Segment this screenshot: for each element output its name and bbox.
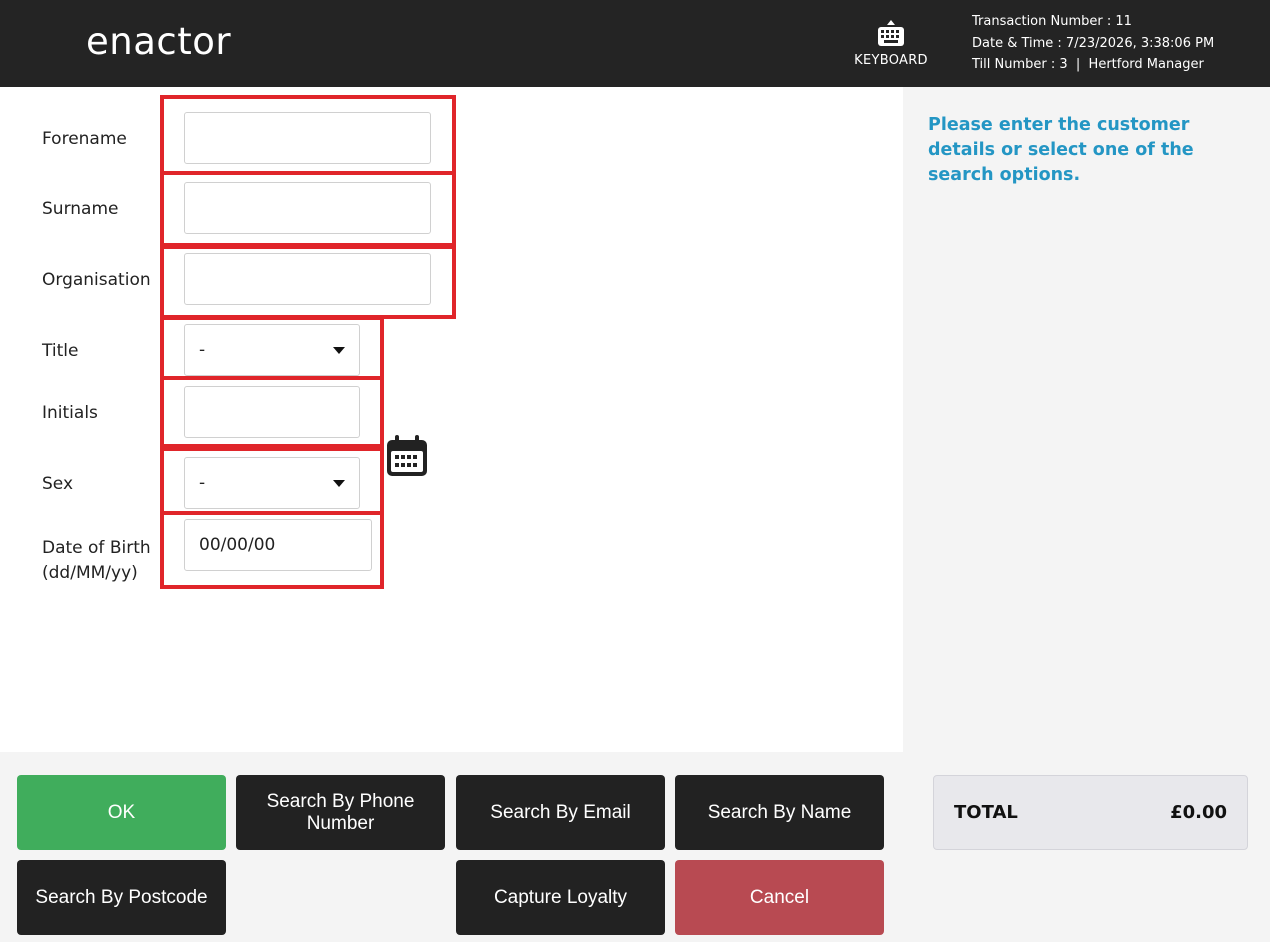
capture-loyalty-button[interactable]: Capture Loyalty xyxy=(456,860,665,935)
initials-label: Initials xyxy=(42,403,98,423)
app-header: enactor KEYBOARD Transaction Number : 11… xyxy=(0,0,1270,87)
sex-select[interactable]: - xyxy=(184,457,360,509)
info-message: Please enter the customer details or sel… xyxy=(928,115,1194,185)
organisation-label: Organisation xyxy=(42,270,151,290)
enactor-logo: enactor xyxy=(86,18,231,64)
till-number: Till Number : 3 | Hertford Manager xyxy=(972,57,1204,72)
sex-label: Sex xyxy=(42,474,74,494)
dob-label-line1: Date of Birth xyxy=(42,538,151,558)
organisation-input[interactable] xyxy=(184,253,431,305)
keyboard-button[interactable]: KEYBOARD xyxy=(852,20,930,68)
chevron-down-icon xyxy=(333,347,345,354)
initials-input[interactable] xyxy=(184,386,360,438)
surname-input[interactable] xyxy=(184,182,431,234)
sex-select-value: - xyxy=(199,473,206,493)
search-phone-label-line2: Number xyxy=(306,812,375,834)
transaction-number: Transaction Number : 11 xyxy=(972,14,1132,29)
surname-label: Surname xyxy=(42,199,119,219)
total-value: £0.00 xyxy=(1170,802,1227,823)
logo-text: enactor xyxy=(86,19,232,63)
search-by-phone-button[interactable]: Search By Phone Number xyxy=(236,775,445,850)
search-by-name-button[interactable]: Search By Name xyxy=(675,775,884,850)
keyboard-icon xyxy=(878,20,904,46)
title-select-value: - xyxy=(199,340,206,360)
dob-label-line2: (dd/MM/yy) xyxy=(42,563,138,583)
dob-label: Date of Birth (dd/MM/yy) xyxy=(42,536,151,586)
search-by-postcode-button[interactable]: Search By Postcode xyxy=(17,860,226,935)
ok-button[interactable]: OK xyxy=(17,775,226,850)
search-by-email-button[interactable]: Search By Email xyxy=(456,775,665,850)
customer-form xyxy=(0,87,903,752)
chevron-down-icon xyxy=(333,480,345,487)
dob-input[interactable]: 00/00/00 xyxy=(184,519,372,571)
keyboard-label: KEYBOARD xyxy=(854,53,928,68)
title-label: Title xyxy=(42,341,79,361)
forename-label: Forename xyxy=(42,129,127,149)
search-phone-label-line1: Search By Phone xyxy=(266,790,415,812)
total-box: TOTAL £0.00 xyxy=(933,775,1248,850)
transaction-info: Transaction Number : 11 Date & Time : 7/… xyxy=(972,11,1214,76)
calendar-icon xyxy=(387,435,427,476)
forename-input[interactable] xyxy=(184,112,431,164)
cancel-button[interactable]: Cancel xyxy=(675,860,884,935)
total-label: TOTAL xyxy=(954,802,1018,823)
date-time: Date & Time : 7/23/2026, 3:38:06 PM xyxy=(972,35,1215,51)
title-select[interactable]: - xyxy=(184,324,360,376)
calendar-button[interactable] xyxy=(385,434,429,482)
